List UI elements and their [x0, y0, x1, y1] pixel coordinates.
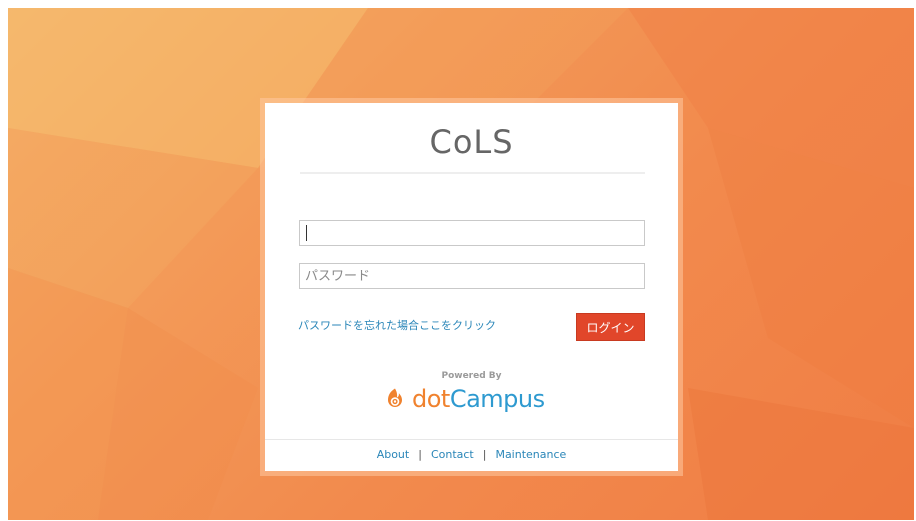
about-link[interactable]: About — [377, 448, 410, 461]
forgot-password-link[interactable]: パスワードを忘れた場合ここをクリック — [298, 317, 496, 333]
powered-by-label: Powered By — [441, 371, 502, 381]
footer-separator: | — [418, 448, 422, 461]
user-id-input[interactable] — [299, 220, 645, 246]
app-title: CoLS — [429, 123, 514, 161]
login-page-background: CoLS パスワードを忘れた場合ここをクリック ログイン Powered By … — [8, 8, 914, 520]
login-card: CoLS パスワードを忘れた場合ここをクリック ログイン Powered By … — [265, 103, 678, 471]
maintenance-link[interactable]: Maintenance — [495, 448, 566, 461]
dotcampus-flame-icon — [388, 388, 402, 407]
footer-divider — [265, 439, 678, 440]
dotcampus-logo: dotCampus — [383, 383, 545, 415]
password-input[interactable] — [299, 263, 645, 289]
title-divider — [300, 172, 645, 174]
footer-separator: | — [482, 448, 487, 461]
dotcampus-wordmark: dotCampus — [412, 385, 545, 413]
wordmark-campus: Campus — [449, 385, 545, 413]
contact-link[interactable]: Contact — [431, 448, 474, 461]
footer-links: About | Contact | Maintenance — [265, 448, 678, 461]
wordmark-dot: dot — [412, 385, 450, 413]
login-button[interactable]: ログイン — [576, 313, 645, 341]
text-caret — [306, 225, 307, 241]
